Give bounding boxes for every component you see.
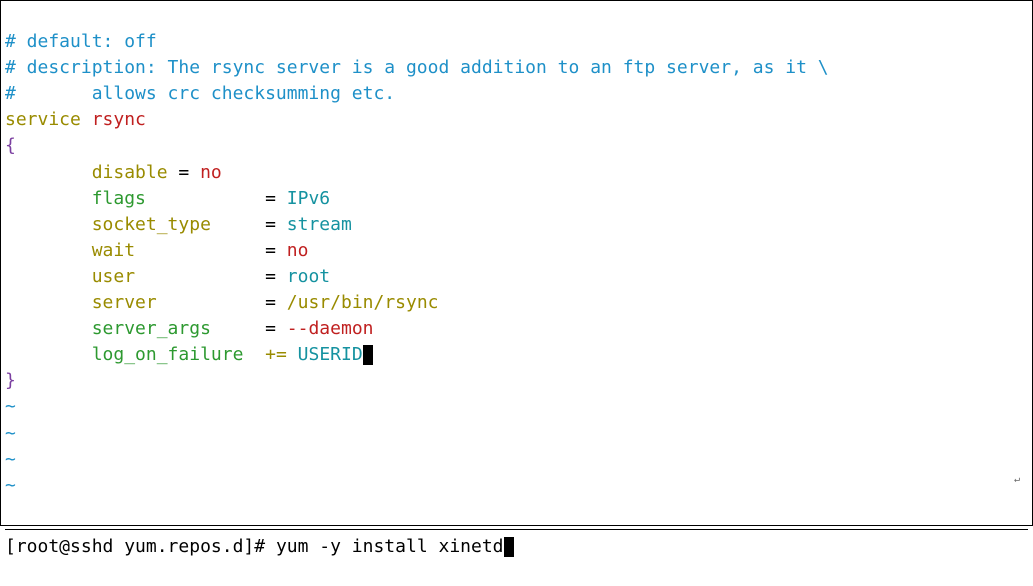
equals-sign: = — [265, 292, 276, 313]
value-server: /usr/bin/rsync — [287, 292, 439, 313]
line-break-symbol: ↵ — [1014, 473, 1020, 488]
shell-prompt: [root@sshd yum.repos.d]# — [5, 536, 265, 557]
editor-content[interactable]: # default: off # description: The rsync … — [5, 29, 1028, 499]
shell-prompt-line[interactable]: [root@sshd yum.repos.d]# yum -y install … — [5, 529, 1028, 560]
param-wait: wait — [92, 240, 135, 261]
vim-tilde: ~ — [5, 423, 16, 444]
brace-open: { — [5, 135, 16, 156]
equals-sign: = — [178, 162, 189, 183]
equals-sign: = — [265, 318, 276, 339]
value-socket-type: stream — [287, 214, 352, 235]
shell-cursor — [504, 537, 514, 557]
value-wait: no — [287, 240, 309, 261]
terminal-window: # default: off # description: The rsync … — [0, 0, 1033, 526]
param-log-on-failure: log_on_failure — [92, 344, 244, 365]
comment-line: # allows crc checksumming etc. — [5, 83, 395, 104]
brace-close: } — [5, 370, 16, 391]
param-user: user — [92, 266, 135, 287]
param-socket-type: socket_type — [92, 214, 211, 235]
vim-tilde: ~ — [5, 449, 16, 470]
param-flags: flags — [92, 188, 146, 209]
equals-sign: = — [265, 214, 276, 235]
param-server-args: server_args — [92, 318, 211, 339]
param-server: server — [92, 292, 157, 313]
service-keyword: service — [5, 109, 81, 130]
value-server-args: --daemon — [287, 318, 374, 339]
value-log-on-failure: USERID — [298, 344, 363, 365]
comment-line: # description: The rsync server is a goo… — [5, 57, 829, 78]
value-disable: no — [200, 162, 222, 183]
editor-cursor — [363, 345, 373, 365]
comment-line: # default: off — [5, 31, 157, 52]
equals-sign: = — [265, 188, 276, 209]
plus-equals-sign: += — [265, 344, 287, 365]
value-user: root — [287, 266, 330, 287]
value-flags: IPv6 — [287, 188, 330, 209]
shell-command: yum -y install xinetd — [276, 536, 504, 557]
vim-tilde: ~ — [5, 396, 16, 417]
param-disable: disable — [92, 162, 168, 183]
vim-tilde: ~ — [5, 475, 16, 496]
equals-sign: = — [265, 240, 276, 261]
service-name: rsync — [92, 109, 146, 130]
equals-sign: = — [265, 266, 276, 287]
